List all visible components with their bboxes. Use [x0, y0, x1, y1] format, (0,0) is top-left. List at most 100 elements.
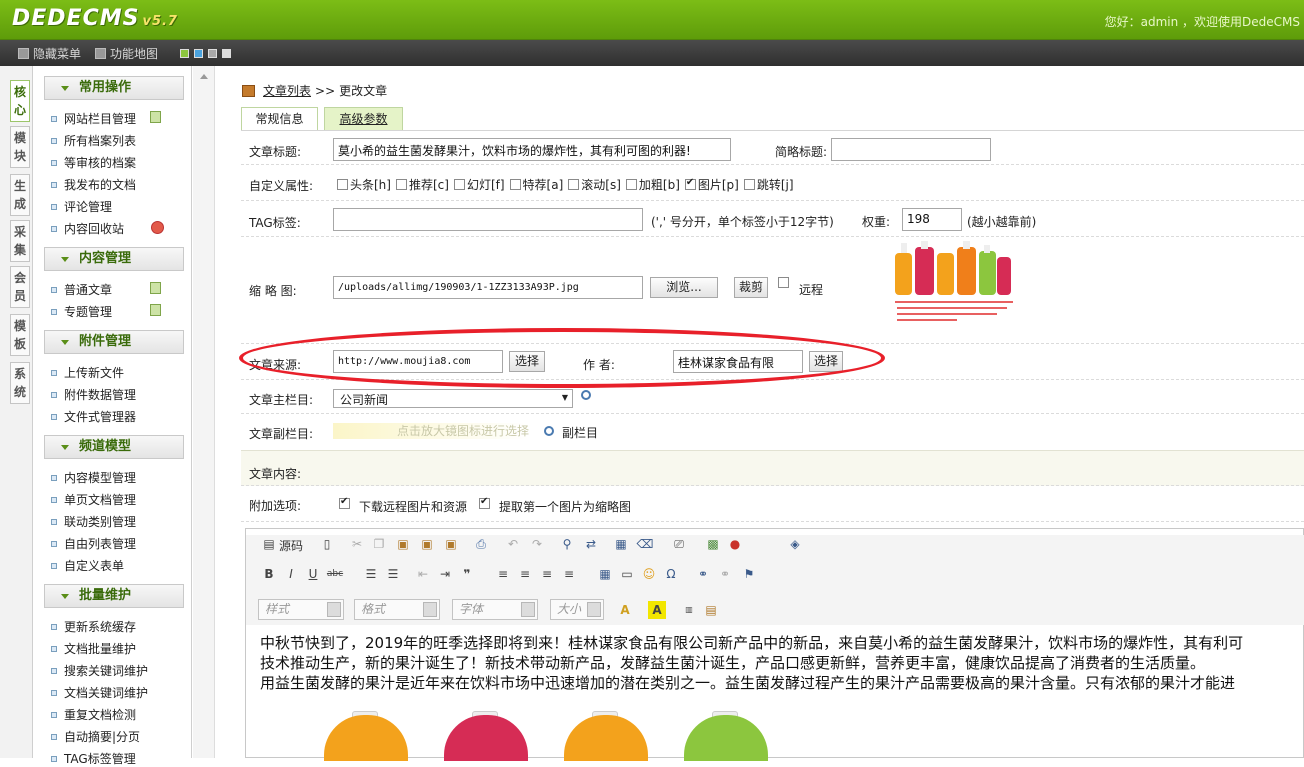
remote-option[interactable]	[778, 276, 791, 290]
sidebar-item-doc-keywords[interactable]: 文档关键词维护	[51, 684, 148, 701]
theme-swatch-white[interactable]	[222, 49, 231, 58]
sidebar-item-batch-docs[interactable]: 文档批量维护	[51, 640, 136, 657]
section-content-manage[interactable]: 内容管理	[44, 247, 184, 271]
checkbox[interactable]	[509, 179, 521, 190]
anchor-icon[interactable]: ⚑	[740, 565, 758, 583]
strike-icon[interactable]: abc	[326, 565, 344, 583]
indent-icon[interactable]: ⇥	[436, 565, 454, 583]
tag-input[interactable]	[333, 208, 643, 231]
theme-swatch-blue[interactable]	[194, 49, 203, 58]
sidebar-item-recycle[interactable]: 内容回收站	[51, 220, 124, 237]
sidebar-item-column-manage[interactable]: 网站栏目管理	[51, 110, 136, 127]
browse-button[interactable]: 浏览...	[650, 277, 718, 298]
format-combo[interactable]: 格式	[354, 599, 440, 620]
sidebar-item-free-list[interactable]: 自由列表管理	[51, 535, 136, 552]
outdent-icon[interactable]: ⇤	[414, 565, 432, 583]
blockquote-icon[interactable]: ❞	[458, 565, 476, 583]
font-combo[interactable]: 字体	[452, 599, 538, 620]
sidebar-item-content-model[interactable]: 内容模型管理	[51, 469, 136, 486]
sidebar-item-articles[interactable]: 普通文章	[51, 281, 112, 298]
section-common-ops[interactable]: 常用操作	[44, 76, 184, 100]
ordered-list-icon[interactable]: ☰	[362, 565, 380, 583]
sidebar-item-custom-form[interactable]: 自定义表单	[51, 557, 124, 574]
breadcrumb-article-list[interactable]: 文章列表	[263, 82, 311, 99]
extra-thumb-option[interactable]	[479, 496, 492, 511]
site-map-button[interactable]: 功能地图	[95, 45, 158, 62]
attr-headline[interactable]: 头条[h]	[337, 176, 391, 193]
special-char-icon[interactable]: Ω	[662, 565, 680, 583]
style-combo[interactable]: 样式	[258, 599, 344, 620]
justify-icon[interactable]: ≡	[560, 565, 578, 583]
scroll-up-icon[interactable]	[200, 74, 208, 79]
section-batch-maintain[interactable]: 批量维护	[44, 584, 184, 608]
attr-jump[interactable]: 跳转[j]	[743, 176, 794, 193]
sidebar-item-auto-summary[interactable]: 自动摘要|分页	[51, 728, 140, 745]
cut-icon[interactable]: ✂	[348, 535, 366, 553]
checkbox[interactable]	[625, 179, 637, 190]
vtab-collect[interactable]: 采集	[10, 220, 30, 262]
thumbnail-image[interactable]	[893, 241, 1017, 335]
link-icon[interactable]: ⚭	[694, 565, 712, 583]
copy-icon[interactable]: ❐	[370, 535, 388, 553]
paste-word-icon[interactable]: ▣	[442, 535, 460, 553]
bold-icon[interactable]: B	[260, 565, 278, 583]
editor-content[interactable]: 中秋节快到了，2019年的旺季选择即将到来！桂林谋家食品有限公司新产品中的新品，…	[260, 633, 1304, 693]
page-break-icon[interactable]: ▥	[680, 601, 698, 619]
table-icon[interactable]: ▦	[596, 565, 614, 583]
add-icon[interactable]	[150, 111, 161, 123]
search-icon[interactable]	[544, 426, 554, 436]
align-center-icon[interactable]: ≡	[516, 565, 534, 583]
sidebar-item-file-manager[interactable]: 文件式管理器	[51, 408, 136, 425]
sidebar-item-all-archives[interactable]: 所有档案列表	[51, 132, 136, 149]
title-input[interactable]: 莫小希的益生菌发酵果汁，饮料市场的爆炸性，其有利可图的利器!	[333, 138, 731, 161]
paste-icon[interactable]: ▣	[394, 535, 412, 553]
find-icon[interactable]: ⚲	[558, 535, 576, 553]
tab-advanced[interactable]: 高级参数	[324, 107, 403, 130]
sub-cat-button[interactable]: 副栏目	[562, 424, 598, 441]
search-icon[interactable]	[581, 390, 591, 400]
checkbox[interactable]	[453, 179, 465, 190]
thumb-path-input[interactable]: /uploads/allimg/190903/1-1ZZ3133A93P.jpg	[333, 276, 643, 299]
checkbox-checked[interactable]	[479, 496, 490, 509]
vtab-template[interactable]: 模板	[10, 314, 30, 356]
short-title-input[interactable]	[831, 138, 991, 161]
attr-bold[interactable]: 加粗[b]	[625, 176, 680, 193]
size-combo[interactable]: 大小	[550, 599, 604, 620]
sidebar-item-update-cache[interactable]: 更新系统缓存	[51, 618, 136, 635]
sidebar-item-my-docs[interactable]: 我发布的文档	[51, 176, 136, 193]
sidebar-scrollbar[interactable]	[193, 66, 215, 758]
theme-swatch-green[interactable]	[180, 49, 189, 58]
replace-icon[interactable]: ⇄	[582, 535, 600, 553]
sidebar-item-duplicate-check[interactable]: 重复文档检测	[51, 706, 136, 723]
attr-recommend[interactable]: 推荐[c]	[395, 176, 449, 193]
insert-template-icon[interactable]: ▤	[702, 601, 720, 619]
sidebar-item-single-page[interactable]: 单页文档管理	[51, 491, 136, 508]
sidebar-item-topics[interactable]: 专题管理	[51, 303, 112, 320]
redo-icon[interactable]: ↷	[528, 535, 546, 553]
text-color-icon[interactable]: A	[616, 601, 634, 619]
weight-input[interactable]: 198	[902, 208, 962, 231]
unordered-list-icon[interactable]: ☰	[384, 565, 402, 583]
crop-button[interactable]: 裁剪	[734, 277, 768, 298]
theme-swatch-gray[interactable]	[208, 49, 217, 58]
sidebar-item-search-keywords[interactable]: 搜索关键词维护	[51, 662, 148, 679]
checkbox[interactable]	[778, 277, 789, 288]
section-attachments[interactable]: 附件管理	[44, 330, 184, 354]
vtab-core[interactable]: 核心	[10, 80, 30, 122]
flash-icon[interactable]: ●	[726, 535, 744, 553]
attr-scroll[interactable]: 滚动[s]	[568, 176, 621, 193]
undo-icon[interactable]: ↶	[504, 535, 522, 553]
sidebar-item-linkage[interactable]: 联动类别管理	[51, 513, 136, 530]
checkbox-checked[interactable]	[684, 177, 696, 190]
remove-format-icon[interactable]: ⌫	[636, 535, 654, 553]
checkbox[interactable]	[743, 179, 755, 190]
sidebar-item-tag-manage[interactable]: TAG标签管理	[51, 750, 136, 767]
bg-color-icon[interactable]: A	[648, 601, 666, 619]
print-icon[interactable]: ⎙	[472, 535, 490, 553]
sidebar-item-attach-data[interactable]: 附件数据管理	[51, 386, 136, 403]
sidebar-item-comments[interactable]: 评论管理	[51, 198, 112, 215]
italic-icon[interactable]: I	[282, 565, 300, 583]
paste-text-icon[interactable]: ▣	[418, 535, 436, 553]
source-button[interactable]: 源码	[279, 537, 303, 554]
hide-menu-button[interactable]: 隐藏菜单	[18, 45, 81, 62]
